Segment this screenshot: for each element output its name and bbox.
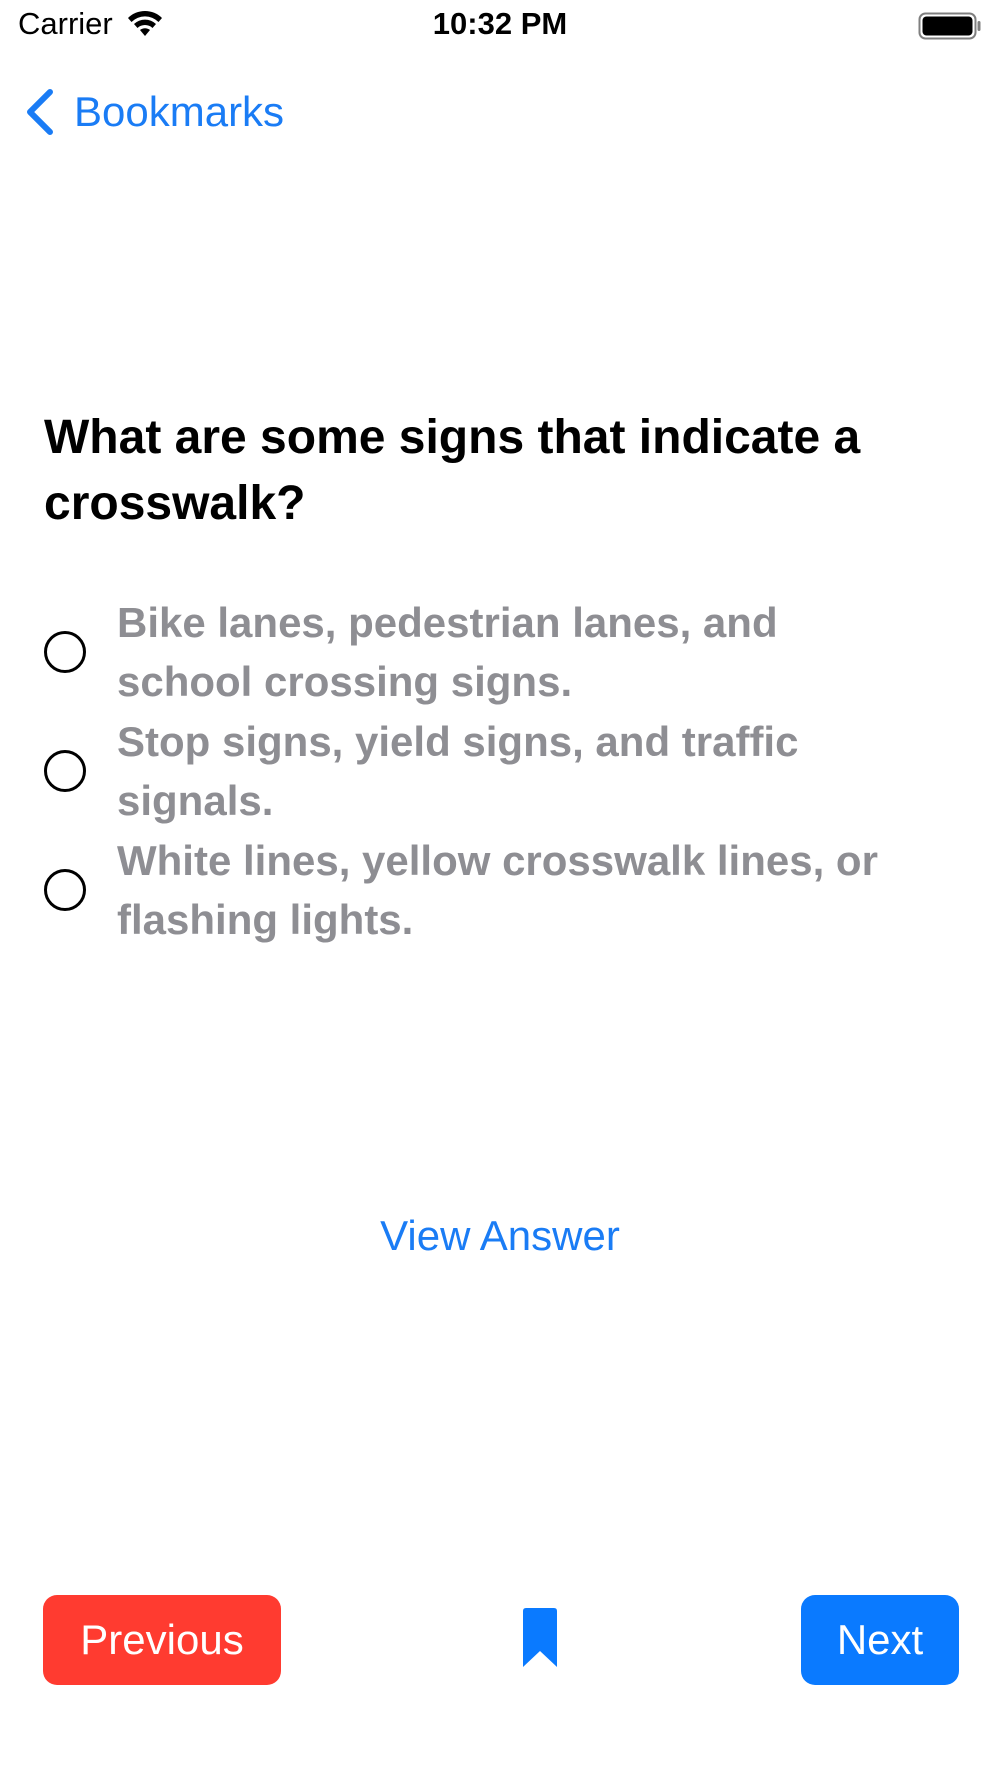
question-text: What are some signs that indicate a cros… xyxy=(44,411,861,530)
option-label: Stop signs, yield signs, and traffic sig… xyxy=(117,717,799,824)
answer-options: Bike lanes, pedestrian lanes, and school… xyxy=(44,592,964,949)
radio-button-icon[interactable] xyxy=(44,868,86,911)
answer-option-3[interactable]: White lines, yellow crosswalk lines, or … xyxy=(44,830,964,949)
answer-option-1[interactable]: Bike lanes, pedestrian lanes, and school… xyxy=(44,592,964,711)
option-label: White lines, yellow crosswalk lines, or … xyxy=(117,836,878,943)
back-label: Bookmarks xyxy=(74,88,285,135)
status-time: 10:32 PM xyxy=(432,6,568,41)
view-answer-container: View Answer xyxy=(0,1212,1000,1260)
bookmark-icon[interactable] xyxy=(519,1607,561,1669)
battery-icon xyxy=(918,12,981,40)
radio-button-icon[interactable] xyxy=(44,749,86,792)
back-button[interactable]: Bookmarks xyxy=(22,86,284,138)
radio-button-icon[interactable] xyxy=(44,630,86,673)
chevron-left-icon xyxy=(27,89,53,135)
next-button[interactable]: Next xyxy=(801,1595,959,1685)
view-answer-button[interactable]: View Answer xyxy=(380,1212,620,1259)
quiz-screen: Carrier 10:32 PM Bookmarks What are some… xyxy=(0,0,1000,1778)
answer-option-2[interactable]: Stop signs, yield signs, and traffic sig… xyxy=(44,711,964,830)
option-label: Bike lanes, pedestrian lanes, and school… xyxy=(117,598,778,705)
previous-button[interactable]: Previous xyxy=(43,1595,281,1685)
